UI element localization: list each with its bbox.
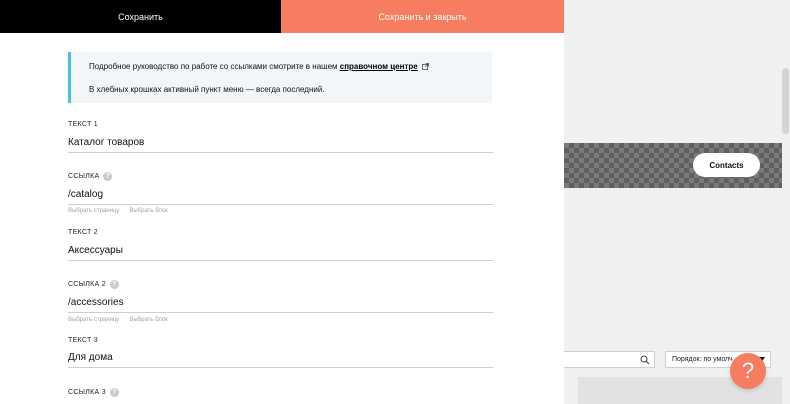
link2-pickers: Выбрать страницу Выбрать блок	[68, 317, 178, 323]
link1-input[interactable]: /catalog	[68, 188, 493, 205]
editor-panel: Сохранить Сохранить и закрыть Подробное …	[0, 0, 564, 404]
text3-value: Для дома	[68, 352, 113, 363]
link1-value: /catalog	[68, 189, 104, 200]
text1-label: ТЕКСТ 1	[68, 121, 98, 128]
link2-select-page[interactable]: Выбрать страницу	[68, 317, 119, 323]
help-icon[interactable]: ?	[730, 353, 766, 389]
sort-select-label: Порядок: по умолч	[672, 356, 733, 363]
search-icon[interactable]	[640, 355, 650, 365]
question-icon[interactable]: ?	[109, 280, 119, 289]
text3-input[interactable]: Для дома	[68, 351, 493, 368]
help-center-link[interactable]: справочном центре	[340, 62, 418, 71]
link2-value: /accessories	[68, 297, 124, 308]
background-search-input[interactable]	[564, 351, 655, 368]
text2-label: ТЕКСТ 2	[68, 229, 98, 236]
contacts-button[interactable]: Contacts	[693, 153, 760, 177]
text1-value: Каталог товаров	[68, 137, 145, 148]
background-scrollbar[interactable]	[782, 68, 789, 134]
external-link-icon[interactable]	[421, 63, 429, 70]
info-note: Подробное руководство по работе со ссылк…	[68, 52, 492, 103]
question-icon[interactable]: ?	[103, 172, 113, 181]
link3-label: ССЫЛКА 3 ?	[68, 388, 119, 397]
link2-input[interactable]: /accessories	[68, 296, 493, 313]
link1-select-page[interactable]: Выбрать страницу	[68, 208, 119, 214]
text1-input[interactable]: Каталог товаров	[68, 136, 493, 153]
link2-select-block[interactable]: Выбрать блок	[129, 317, 168, 323]
link1-pickers: Выбрать страницу Выбрать блок	[68, 208, 178, 214]
link1-label: ССЫЛКА ?	[68, 172, 113, 181]
text3-label: ТЕКСТ 3	[68, 337, 98, 344]
text2-value: Аксессуары	[68, 245, 123, 256]
save-button[interactable]: Сохранить	[0, 0, 281, 33]
link2-label: ССЫЛКА 2 ?	[68, 280, 119, 289]
link1-select-block[interactable]: Выбрать блок	[129, 208, 168, 214]
question-icon[interactable]: ?	[109, 388, 119, 397]
text2-input[interactable]: Аксессуары	[68, 244, 493, 261]
note-line-breadcrumbs: В хлебных крошках активный пункт меню — …	[89, 85, 325, 94]
background-page	[564, 0, 790, 404]
save-and-close-button[interactable]: Сохранить и закрыть	[281, 0, 564, 33]
note-line-guide: Подробное руководство по работе со ссылк…	[89, 62, 429, 71]
